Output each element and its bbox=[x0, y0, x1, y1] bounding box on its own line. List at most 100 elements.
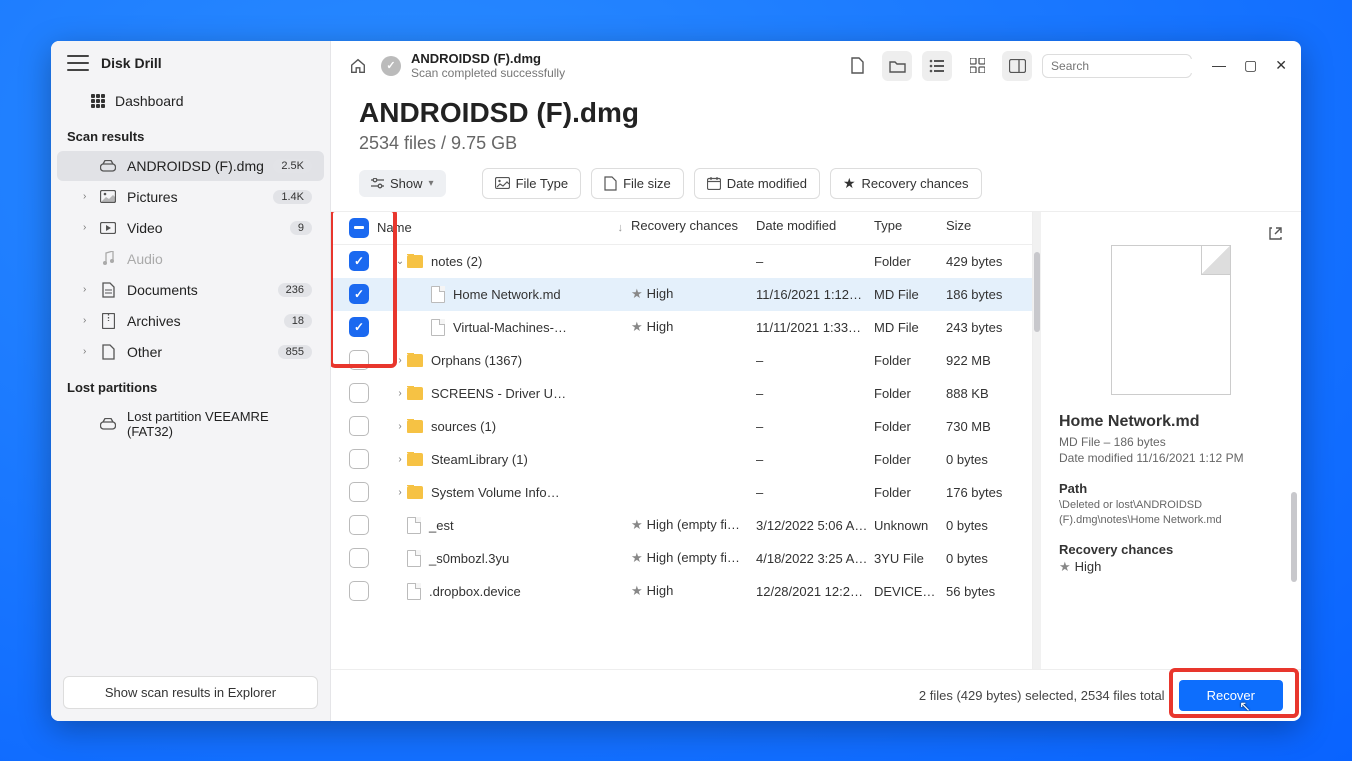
lost-partition-item[interactable]: Lost partition VEEAMRE (FAT32) bbox=[57, 402, 324, 446]
table-row[interactable]: _s0mbozl.3yu ★High (empty fi… 4/18/2022 … bbox=[331, 542, 1032, 575]
nav-badge: 1.4K bbox=[273, 190, 312, 204]
row-name: SCREENS - Driver U… bbox=[431, 386, 566, 401]
row-date: 12/28/2021 12:2… bbox=[756, 584, 874, 599]
table-row[interactable]: › SteamLibrary (1) – Folder 0 bytes bbox=[331, 443, 1032, 476]
row-size: 0 bytes bbox=[946, 518, 1032, 533]
chip-label: Date modified bbox=[727, 176, 807, 191]
col-recovery[interactable]: Recovery chances bbox=[631, 218, 756, 238]
search-box[interactable] bbox=[1042, 54, 1192, 78]
col-name[interactable]: Name↓ bbox=[377, 218, 631, 238]
row-size: 0 bytes bbox=[946, 551, 1032, 566]
doc-icon bbox=[99, 282, 117, 298]
sidebar-item-androidsd-f-dmg[interactable]: ANDROIDSD (F).dmg 2.5K bbox=[57, 151, 324, 181]
row-type: Folder bbox=[874, 452, 946, 467]
row-checkbox[interactable] bbox=[349, 482, 369, 502]
home-icon[interactable] bbox=[345, 53, 371, 79]
nav-label: Video bbox=[127, 220, 290, 236]
filter-chip-file-type[interactable]: File Type bbox=[482, 168, 582, 199]
table-row[interactable]: Home Network.md ★High 11/16/2021 1:12… M… bbox=[331, 278, 1032, 311]
detail-path-value: \Deleted or lost\ANDROIDSD (F).dmg\notes… bbox=[1059, 498, 1283, 529]
table-row[interactable]: .dropbox.device ★High 12/28/2021 12:2… D… bbox=[331, 575, 1032, 608]
row-recovery: ★High (empty fi… bbox=[631, 550, 756, 566]
detail-recovery-label: Recovery chances bbox=[1059, 542, 1283, 557]
grid-view-icon[interactable] bbox=[962, 51, 992, 81]
expand-icon[interactable]: › bbox=[393, 421, 407, 432]
maximize-button[interactable]: ▢ bbox=[1244, 57, 1257, 74]
filter-chip-date-modified[interactable]: Date modified bbox=[694, 168, 820, 199]
table-row[interactable]: _est ★High (empty fi… 3/12/2022 5:06 A… … bbox=[331, 509, 1032, 542]
row-recovery: ★High bbox=[631, 286, 756, 302]
expand-icon[interactable]: › bbox=[393, 487, 407, 498]
row-checkbox[interactable] bbox=[349, 383, 369, 403]
row-checkbox[interactable] bbox=[349, 449, 369, 469]
other-icon bbox=[99, 344, 117, 360]
archive-icon bbox=[99, 313, 117, 329]
row-size: 429 bytes bbox=[946, 254, 1032, 269]
folder-icon bbox=[407, 255, 423, 268]
row-type: Folder bbox=[874, 485, 946, 500]
sidebar-item-pictures[interactable]: › Pictures 1.4K bbox=[57, 182, 324, 212]
row-checkbox[interactable] bbox=[349, 515, 369, 535]
sidebar-item-other[interactable]: › Other 855 bbox=[57, 337, 324, 367]
nav-label: Other bbox=[127, 344, 278, 360]
show-filter-button[interactable]: Show ▾ bbox=[359, 170, 446, 197]
expand-icon[interactable]: › bbox=[393, 355, 407, 366]
vertical-scrollbar[interactable] bbox=[1033, 212, 1041, 669]
table-row[interactable]: › Orphans (1367) – Folder 922 MB bbox=[331, 344, 1032, 377]
sidebar-item-audio[interactable]: Audio bbox=[57, 244, 324, 274]
show-label: Show bbox=[390, 176, 423, 191]
row-size: 56 bytes bbox=[946, 584, 1032, 599]
table-row[interactable]: › sources (1) – Folder 730 MB bbox=[331, 410, 1032, 443]
table-row[interactable]: › System Volume Info… – Folder 176 bytes bbox=[331, 476, 1032, 509]
nav-label: Archives bbox=[127, 313, 284, 329]
lost-partition-label: Lost partition VEEAMRE (FAT32) bbox=[127, 409, 312, 439]
row-checkbox[interactable] bbox=[349, 317, 369, 337]
col-date[interactable]: Date modified bbox=[756, 218, 874, 238]
recover-button[interactable]: Recover ↖ bbox=[1179, 680, 1283, 711]
sidebar-item-documents[interactable]: › Documents 236 bbox=[57, 275, 324, 305]
table-row[interactable]: › SCREENS - Driver U… – Folder 888 KB bbox=[331, 377, 1032, 410]
row-recovery: ★High bbox=[631, 319, 756, 335]
row-size: 0 bytes bbox=[946, 452, 1032, 467]
filter-chip-file-size[interactable]: File size bbox=[591, 168, 684, 199]
expand-icon[interactable]: › bbox=[393, 454, 407, 465]
chip-label: File size bbox=[623, 176, 671, 191]
show-in-explorer-button[interactable]: Show scan results in Explorer bbox=[63, 676, 318, 709]
sidebar-item-video[interactable]: › Video 9 bbox=[57, 213, 324, 243]
table-row[interactable]: ⌄ notes (2) – Folder 429 bytes bbox=[331, 245, 1032, 278]
list-view-icon[interactable] bbox=[922, 51, 952, 81]
row-checkbox[interactable] bbox=[349, 284, 369, 304]
table-row[interactable]: Virtual-Machines-… ★High 11/11/2021 1:33… bbox=[331, 311, 1032, 344]
open-external-icon[interactable] bbox=[1268, 226, 1283, 241]
row-checkbox[interactable] bbox=[349, 350, 369, 370]
menu-icon[interactable] bbox=[67, 55, 89, 71]
detail-scrollbar[interactable] bbox=[1291, 492, 1297, 582]
panel-toggle-icon[interactable] bbox=[1002, 51, 1032, 81]
close-button[interactable]: ✕ bbox=[1275, 57, 1287, 74]
row-checkbox[interactable] bbox=[349, 548, 369, 568]
row-size: 730 MB bbox=[946, 419, 1032, 434]
filter-chip-recovery-chances[interactable]: ★Recovery chances bbox=[830, 168, 982, 199]
row-checkbox[interactable] bbox=[349, 251, 369, 271]
col-size[interactable]: Size bbox=[946, 218, 1032, 238]
search-input[interactable] bbox=[1051, 59, 1206, 73]
select-all-checkbox[interactable] bbox=[349, 218, 369, 238]
row-date: 3/12/2022 5:06 A… bbox=[756, 518, 874, 533]
row-checkbox[interactable] bbox=[349, 416, 369, 436]
expand-icon[interactable]: › bbox=[393, 388, 407, 399]
status-bar: 2 files (429 bytes) selected, 2534 files… bbox=[331, 669, 1301, 721]
row-date: 11/16/2021 1:12… bbox=[756, 287, 874, 302]
sidebar-item-archives[interactable]: › Archives 18 bbox=[57, 306, 324, 336]
file-icon-btn[interactable] bbox=[842, 51, 872, 81]
expand-icon[interactable]: ⌄ bbox=[393, 256, 407, 267]
drive-icon bbox=[99, 160, 117, 172]
file-count-summary: 2534 files / 9.75 GB bbox=[331, 133, 1301, 168]
row-checkbox[interactable] bbox=[349, 581, 369, 601]
topbar-title: ANDROIDSD (F).dmg bbox=[411, 51, 565, 66]
row-type: Unknown bbox=[874, 518, 946, 533]
minimize-button[interactable]: — bbox=[1212, 57, 1226, 74]
dashboard-label: Dashboard bbox=[115, 93, 184, 109]
folder-icon-btn[interactable] bbox=[882, 51, 912, 81]
col-type[interactable]: Type bbox=[874, 218, 946, 238]
dashboard-link[interactable]: Dashboard bbox=[51, 85, 330, 117]
